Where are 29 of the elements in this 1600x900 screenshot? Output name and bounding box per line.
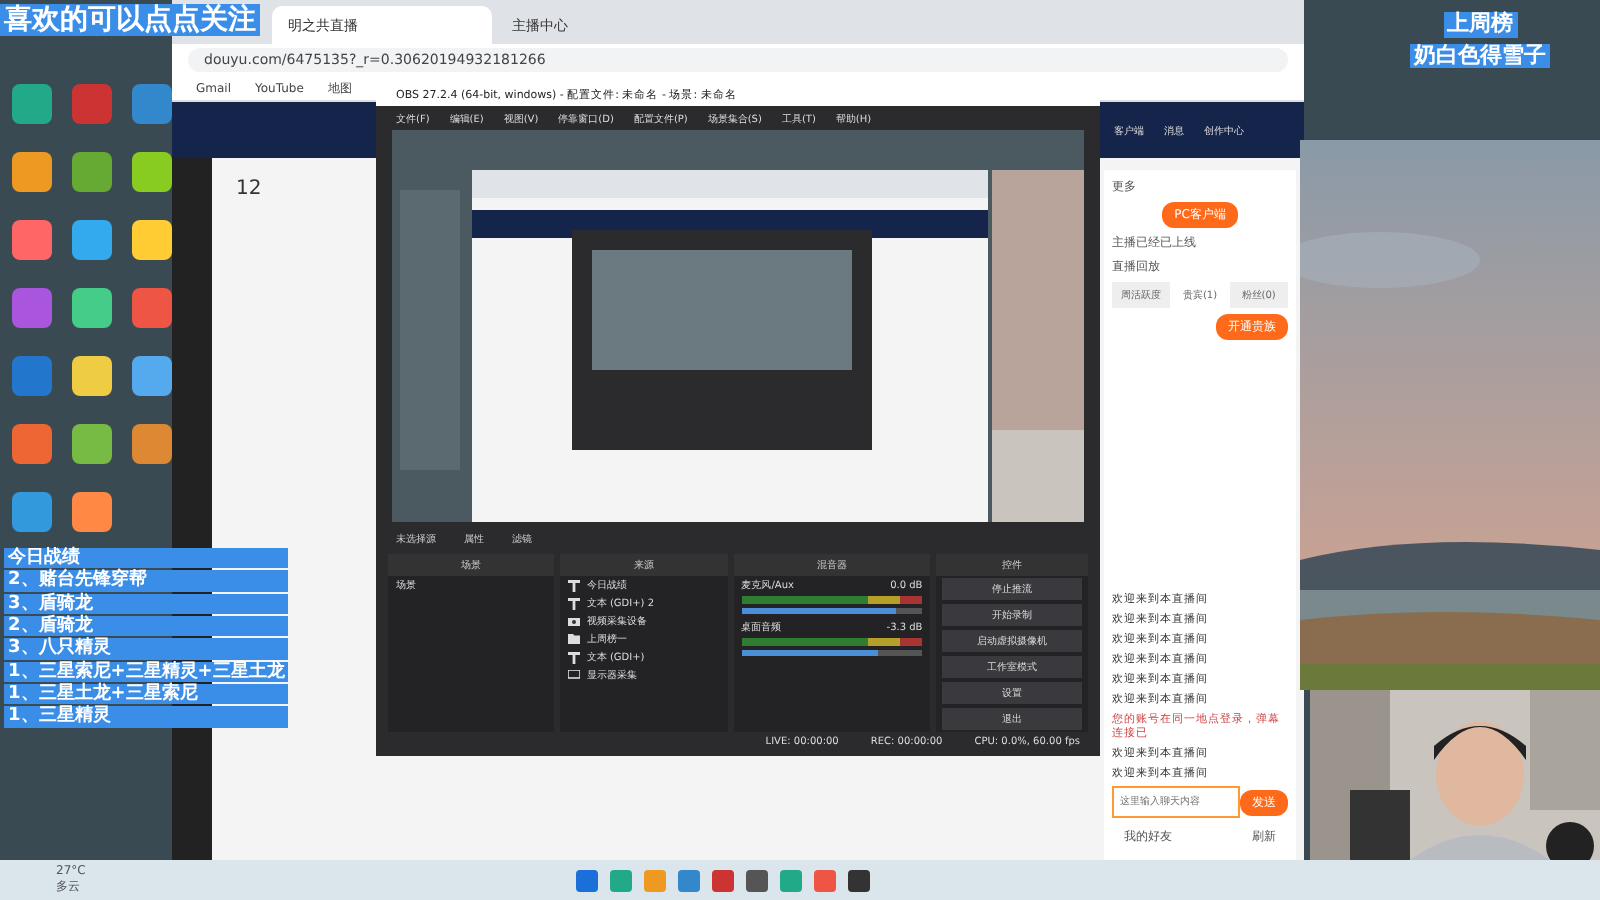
app-icon[interactable] bbox=[132, 356, 172, 396]
app-icon[interactable] bbox=[12, 84, 52, 124]
monitor-icon bbox=[568, 670, 581, 680]
volume-slider[interactable] bbox=[741, 608, 923, 614]
count-label: 12 bbox=[236, 178, 264, 200]
app-icon[interactable] bbox=[72, 492, 112, 532]
app-icon[interactable] bbox=[72, 356, 112, 396]
app-icon[interactable] bbox=[12, 152, 52, 192]
app-icon[interactable] bbox=[132, 424, 172, 464]
camera-icon bbox=[568, 616, 581, 626]
text-icon bbox=[568, 651, 581, 663]
taskbar-app-icon[interactable] bbox=[847, 869, 870, 891]
app-icon[interactable] bbox=[132, 152, 172, 192]
app-icon[interactable] bbox=[132, 84, 172, 124]
app-icon[interactable] bbox=[72, 288, 112, 328]
folder-icon bbox=[568, 634, 581, 644]
app-icon[interactable] bbox=[12, 220, 52, 260]
taskbar-app-icon[interactable] bbox=[745, 869, 768, 891]
follow-banner: 喜欢的可以点点关注 bbox=[0, 4, 260, 37]
app-icon[interactable] bbox=[72, 152, 112, 192]
app-icon[interactable] bbox=[72, 424, 112, 464]
app-icon[interactable] bbox=[12, 424, 52, 464]
app-icon[interactable] bbox=[12, 492, 52, 532]
weekly-top-label: 上周榜 bbox=[1443, 12, 1517, 38]
app-icon[interactable] bbox=[132, 288, 172, 328]
top-fan-name: 奶白色得雪子 bbox=[1410, 43, 1550, 69]
app-icon[interactable] bbox=[132, 220, 172, 260]
app-icon[interactable] bbox=[72, 220, 112, 260]
volume-slider[interactable] bbox=[741, 650, 923, 656]
